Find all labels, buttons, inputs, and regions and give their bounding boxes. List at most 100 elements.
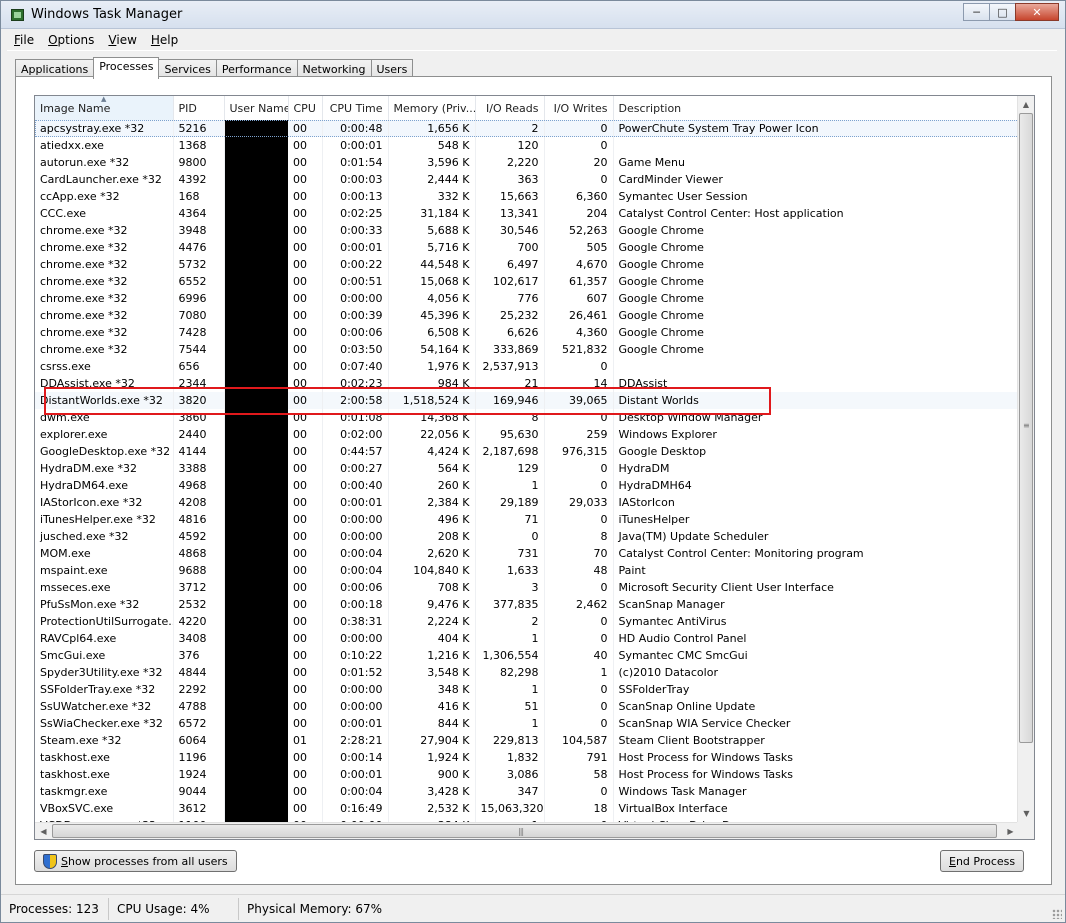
menu-view[interactable]: View — [101, 31, 143, 50]
process-row[interactable]: chrome.exe *32 5732 00 0:00:22 44,548 K 6,497… — [35, 256, 1019, 273]
cell-io-reads: 169,946 — [475, 392, 545, 409]
process-row[interactable]: chrome.exe *32 4476 00 0:00:01 5,716 K 700 505… — [35, 239, 1019, 256]
cell-cpu-time: 0:44:57 — [322, 443, 389, 460]
process-row[interactable]: CCC.exe 4364 00 0:02:25 31,184 K 13,341 204 Cat… — [35, 205, 1019, 222]
process-row[interactable]: dwm.exe 3860 00 0:01:08 14,368 K 8 0 Desktop Wi… — [35, 409, 1019, 426]
process-row[interactable]: chrome.exe *32 6552 00 0:00:51 15,068 K 102,6… — [35, 273, 1019, 290]
scroll-down-arrow-icon[interactable]: ▼ — [1018, 805, 1034, 822]
process-row[interactable]: taskhost.exe 1196 00 0:00:14 1,924 K 1,832 791… — [35, 749, 1019, 766]
vertical-scrollbar[interactable]: ▲ ≡ ▼ — [1017, 96, 1034, 822]
process-row[interactable]: chrome.exe *32 7544 00 0:03:50 54,164 K 333,8… — [35, 341, 1019, 358]
process-row[interactable]: chrome.exe *32 3948 00 0:00:33 5,688 K 30,546… — [35, 222, 1019, 239]
column-header-memory[interactable]: Memory (Priv... — [388, 96, 476, 120]
process-row[interactable]: Steam.exe *32 6064 01 2:28:21 27,904 K 229,81… — [35, 732, 1019, 749]
cell-io-writes: 70 — [544, 545, 614, 562]
process-row[interactable]: ccApp.exe *32 168 00 0:00:13 332 K 15,663 6,36… — [35, 188, 1019, 205]
process-row[interactable]: iTunesHelper.exe *32 4816 00 0:00:00 496 K 71… — [35, 511, 1019, 528]
cell-cpu-time: 0:07:40 — [322, 358, 389, 375]
cell-io-reads: 347 — [475, 783, 545, 800]
show-all-processes-button[interactable]: Show processes from all users — [34, 850, 237, 872]
cell-cpu: 00 — [288, 579, 323, 596]
cell-pid: 7080 — [173, 307, 225, 324]
process-row[interactable]: SSFolderTray.exe *32 2292 00 0:00:00 348 K10… — [35, 681, 1019, 698]
process-row[interactable]: taskmgr.exe 9044 00 0:00:04 3,428 K 347 0 Windo… — [35, 783, 1019, 800]
process-row[interactable]: HydraDM64.exe 4968 00 0:00:40 260 K 1 0 HydraDM… — [35, 477, 1019, 494]
cell-io-reads: 71 — [475, 511, 545, 528]
cell-io-reads: 1,633 — [475, 562, 545, 579]
process-row[interactable]: chrome.exe *32 6996 00 0:00:00 4,056 K 776 607… — [35, 290, 1019, 307]
cell-io-writes: 6,360 — [544, 188, 614, 205]
cell-cpu: 00 — [288, 324, 323, 341]
process-row[interactable]: DDAssist.exe *32 2344 00 0:02:23 984 K 21 14 DD… — [35, 375, 1019, 392]
process-row[interactable]: msseces.exe 3712 00 0:00:06 708 K 3 0 Microsoft… — [35, 579, 1019, 596]
horizontal-scroll-thumb[interactable]: ||| — [52, 824, 997, 838]
vertical-scroll-thumb[interactable]: ≡ — [1019, 113, 1033, 743]
cell-pid: 6572 — [173, 715, 225, 732]
cell-user-name — [224, 171, 288, 188]
cell-cpu: 00 — [288, 715, 323, 732]
process-row[interactable]: chrome.exe *32 7428 00 0:00:06 6,508 K 6,626 4… — [35, 324, 1019, 341]
cell-description: VirtualBox Interface — [613, 800, 1019, 817]
process-row[interactable]: PfuSsMon.exe *32 2532 00 0:00:18 9,476 K 377,… — [35, 596, 1019, 613]
process-row[interactable]: HydraDM.exe *32 3388 00 0:00:27 564 K 129 0 Hyd… — [35, 460, 1019, 477]
process-row[interactable]: RAVCpl64.exe 3408 00 0:00:00 404 K 1 0 HD Audio… — [35, 630, 1019, 647]
maximize-button[interactable]: □ — [989, 3, 1015, 21]
cell-memory: 708 K — [388, 579, 476, 596]
process-row[interactable]: explorer.exe 2440 00 0:02:00 22,056 K 95,630 2… — [35, 426, 1019, 443]
process-row[interactable]: jusched.exe *32 4592 00 0:00:00 208 K 0 8 Java(… — [35, 528, 1019, 545]
close-button[interactable]: ✕ — [1015, 3, 1059, 21]
cell-image-name: chrome.exe *32 — [35, 239, 174, 256]
process-row[interactable]: csrss.exe 656 00 0:07:40 1,976 K 2,537,913 0 — [35, 358, 1019, 375]
column-header-description[interactable]: Description — [613, 96, 1019, 120]
process-row[interactable]: CardLauncher.exe *32 4392 00 0:00:03 2,444 K… — [35, 171, 1019, 188]
cell-cpu: 00 — [288, 154, 323, 171]
cell-cpu: 00 — [288, 613, 323, 630]
process-row[interactable]: atiedxx.exe 1368 00 0:00:01 548 K 120 0 — [35, 137, 1019, 154]
process-row[interactable]: MOM.exe 4868 00 0:00:04 2,620 K 731 70 Catalyst… — [35, 545, 1019, 562]
column-header-io-reads[interactable]: I/O Reads — [475, 96, 545, 120]
column-header-io-writes[interactable]: I/O Writes — [544, 96, 614, 120]
column-header-pid[interactable]: PID — [173, 96, 225, 120]
cell-image-name: IAStorIcon.exe *32 — [35, 494, 174, 511]
cell-io-writes: 26,461 — [544, 307, 614, 324]
menu-file[interactable]: File — [7, 31, 41, 50]
process-row[interactable]: autorun.exe *32 9800 00 0:01:54 3,596 K 2,220… — [35, 154, 1019, 171]
cell-memory: 348 K — [388, 681, 476, 698]
menu-options[interactable]: Options — [41, 31, 101, 50]
process-row[interactable]: Spyder3Utility.exe *32 4844 00 0:01:52 3,548… — [35, 664, 1019, 681]
process-row[interactable]: DistantWorlds.exe *32 3820 00 2:00:58 1,518,… — [35, 392, 1019, 409]
scroll-left-arrow-icon[interactable]: ◀ — [35, 823, 52, 839]
process-row[interactable]: chrome.exe *32 7080 00 0:00:39 45,396 K 25,23… — [35, 307, 1019, 324]
column-header-image-name[interactable]: ▲ Image Name — [35, 96, 174, 120]
process-row[interactable]: SmcGui.exe 376 00 0:10:22 1,216 K 1,306,554 40… — [35, 647, 1019, 664]
cell-io-reads: 15,063,320 — [475, 800, 545, 817]
column-header-cpu[interactable]: CPU — [288, 96, 323, 120]
process-row[interactable]: GoogleDesktop.exe *32 4144 00 0:44:57 4,424 … — [35, 443, 1019, 460]
process-row[interactable]: apcsystray.exe *32 5216 00 0:00:48 1,656 K20… — [35, 120, 1019, 137]
cell-cpu-time: 0:00:18 — [322, 596, 389, 613]
column-header-user-name[interactable]: User Name — [224, 96, 289, 120]
minimize-button[interactable]: ─ — [963, 3, 989, 21]
tab-processes[interactable]: Processes — [93, 57, 160, 79]
end-process-button[interactable]: End Process — [940, 850, 1025, 872]
status-physical-memory: Physical Memory: 67% — [247, 901, 383, 916]
process-row[interactable]: mspaint.exe 9688 00 0:00:04 104,840 K 1,633 48… — [35, 562, 1019, 579]
process-row[interactable]: VBoxSVC.exe 3612 00 0:16:49 2,532 K 15,063,32… — [35, 800, 1019, 817]
cell-description: Game Menu — [613, 154, 1019, 171]
scroll-up-arrow-icon[interactable]: ▲ — [1018, 96, 1034, 113]
process-row[interactable]: SsWiaChecker.exe *32 6572 00 0:00:01 844 K10… — [35, 715, 1019, 732]
cell-image-name: taskhost.exe — [35, 749, 174, 766]
process-row[interactable]: IAStorIcon.exe *32 4208 00 0:00:01 2,384 K 29… — [35, 494, 1019, 511]
process-list[interactable]: ▲ Image Name PID User Name CPU CPU Time M… — [34, 95, 1035, 840]
horizontal-scrollbar[interactable]: ◀ ||| ▶ — [35, 822, 1019, 839]
process-row[interactable]: taskhost.exe 1924 00 0:00:01 900 K 3,086 58 Hos… — [35, 766, 1019, 783]
cell-io-reads: 25,232 — [475, 307, 545, 324]
cell-image-name: MOM.exe — [35, 545, 174, 562]
cell-image-name: SsWiaChecker.exe *32 — [35, 715, 174, 732]
cell-io-reads: 2,187,698 — [475, 443, 545, 460]
process-row[interactable]: SsUWatcher.exe *32 4788 00 0:00:00 416 K 51 0 S… — [35, 698, 1019, 715]
column-header-cpu-time[interactable]: CPU Time — [322, 96, 389, 120]
menu-help[interactable]: Help — [144, 31, 185, 50]
resize-grip-icon[interactable] — [1052, 909, 1062, 919]
process-row[interactable]: ProtectionUtilSurrogate.... 4220 00 0:38:31… — [35, 613, 1019, 630]
